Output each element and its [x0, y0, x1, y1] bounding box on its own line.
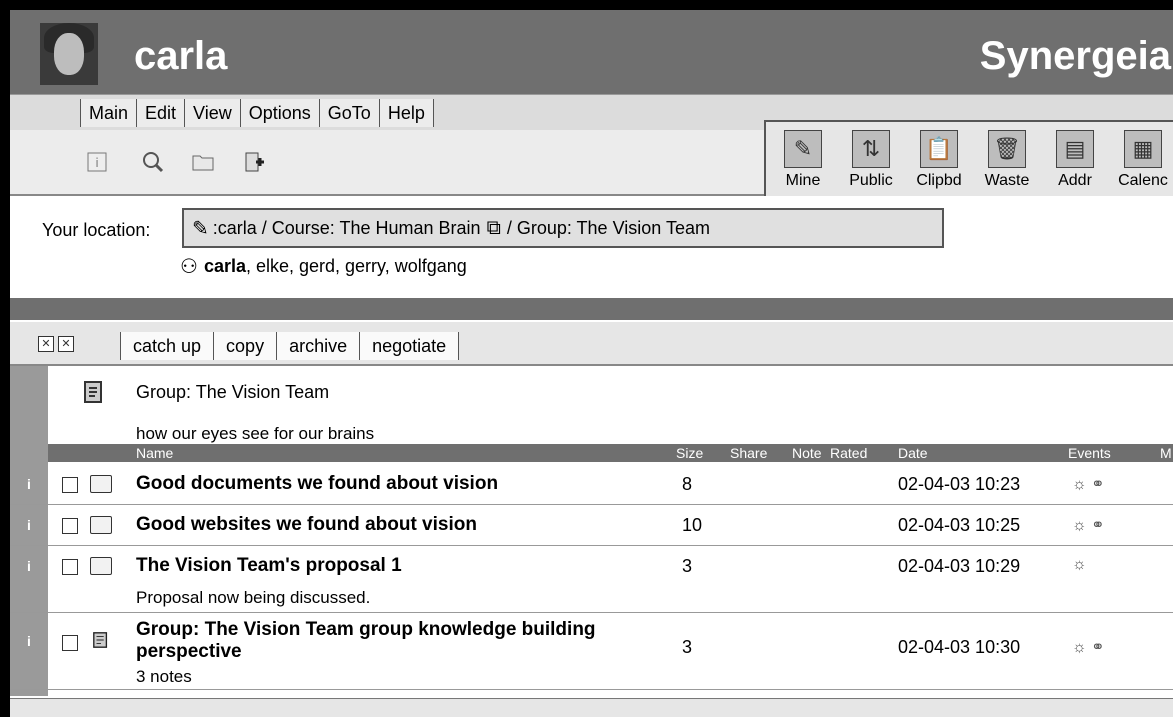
clipboard-button[interactable]: 📋 Clipbd — [906, 130, 972, 190]
clipboard-icon: 📋 — [920, 130, 958, 168]
negotiate-button[interactable]: negotiate — [360, 332, 460, 360]
location-group-path: / Group: The Vision Team — [506, 217, 710, 238]
address-book-icon: ▤ — [1056, 130, 1094, 168]
public-icon: ⇅ — [852, 130, 890, 168]
column-name[interactable]: Name — [136, 444, 173, 462]
waste-button[interactable]: 🗑 Waste — [974, 130, 1040, 190]
row-checkbox[interactable] — [62, 635, 78, 651]
catch-up-button[interactable]: catch up — [121, 332, 215, 360]
search-icon[interactable] — [140, 150, 166, 174]
menu-help[interactable]: Help — [379, 99, 434, 127]
deselect-all-checkbox[interactable]: ✕ — [58, 336, 74, 352]
menu-options[interactable]: Options — [240, 99, 320, 127]
item-size: 8 — [682, 474, 693, 494]
info-icon[interactable]: i — [10, 505, 48, 545]
course-icon: ⧉ — [486, 216, 501, 239]
menu-edit[interactable]: Edit — [137, 99, 186, 127]
folder-icon — [90, 516, 112, 534]
avatar — [40, 23, 98, 85]
location-path[interactable]: ✎ :carla / Course: The Human Brain ⧉ / G… — [182, 208, 944, 248]
info-icon[interactable]: i — [10, 464, 48, 504]
item-date: 02-04-03 10:23 — [898, 474, 1021, 494]
app-name: Synergeia — [979, 34, 1171, 78]
item-date: 02-04-03 10:29 — [898, 556, 1021, 576]
member-current: carla — [203, 256, 246, 276]
item-name[interactable]: Good documents we found about vision — [136, 473, 498, 495]
column-size[interactable]: Size — [676, 444, 703, 462]
table-header: Name Size Share Note Rated Date Events M — [48, 444, 1173, 462]
item-date: 02-04-03 10:25 — [898, 515, 1021, 535]
member-list: , elke, gerd, gerry, wolfgang — [245, 256, 467, 276]
calendar-button[interactable]: ▦ Calenc — [1110, 130, 1173, 190]
events-icons[interactable]: ☼ ⚭ — [1072, 474, 1105, 494]
menu-main[interactable]: Main — [81, 99, 138, 127]
menu-goto[interactable]: GoTo — [319, 99, 380, 127]
status-bar — [10, 698, 1173, 717]
action-bar: ✕ ✕ catch up copy archive negotiate — [10, 322, 1173, 366]
mine-button[interactable]: ✎ Mine — [770, 130, 836, 190]
item-name[interactable]: Good websites we found about vision — [136, 514, 477, 536]
folder-icon — [90, 557, 112, 575]
events-icons[interactable]: ☼ — [1072, 556, 1087, 574]
info-icon[interactable]: i — [84, 150, 110, 174]
wastebasket-icon: 🗑 — [988, 130, 1026, 168]
table-row[interactable]: i The Vision Team's proposal 1 3 02-04-0… — [10, 546, 1173, 613]
menu-view[interactable]: View — [185, 99, 241, 127]
new-document-icon[interactable] — [242, 150, 268, 174]
item-name[interactable]: The Vision Team's proposal 1 — [136, 555, 402, 577]
username: carla — [134, 34, 228, 78]
table-row[interactable]: i Group: The Vision Team group knowledge… — [10, 613, 1173, 690]
archive-button[interactable]: archive — [277, 332, 361, 360]
item-subtitle: Proposal now being discussed. — [136, 588, 371, 607]
table-row[interactable]: i Good documents we found about vision 8… — [10, 464, 1173, 505]
window: carla Synergeia Main Edit View Options G… — [8, 8, 1173, 717]
info-icon[interactable]: i — [10, 546, 48, 612]
row-checkbox[interactable] — [62, 518, 78, 534]
item-size: 10 — [682, 515, 703, 535]
mine-icon: ✎ — [784, 130, 822, 168]
copy-button[interactable]: copy — [214, 332, 278, 360]
column-events[interactable]: Events — [1068, 444, 1111, 462]
group-icon — [84, 381, 102, 403]
table-row[interactable]: i Good websites we found about vision 10… — [10, 505, 1173, 546]
events-icons[interactable]: ☼ ⚭ — [1072, 515, 1105, 535]
row-checkbox[interactable] — [62, 559, 78, 575]
perspective-icon — [93, 632, 108, 648]
folder-icon[interactable] — [190, 150, 216, 174]
column-share[interactable]: Share — [730, 444, 767, 462]
title-bar: carla Synergeia — [10, 10, 1173, 94]
separator-bar — [10, 298, 1173, 320]
location-area: Your location: ✎ :carla / Course: The Hu… — [10, 196, 1173, 296]
workspace-icon: ✎ — [192, 217, 209, 240]
select-all-checkbox[interactable]: ✕ — [38, 336, 54, 352]
item-subtitle: 3 notes — [136, 667, 192, 686]
toolbar: i ✎ Mine ⇅ Public 📋 Clipbd 🗑 Waste ▤ Addr ▦ Ca… — [10, 120, 1173, 196]
workspace-toolbar: ✎ Mine ⇅ Public 📋 Clipbd 🗑 Waste ▤ Addr ▦ Cale… — [764, 120, 1173, 196]
item-size: 3 — [682, 637, 693, 657]
group-title: Group: The Vision Team — [136, 382, 330, 402]
item-name[interactable]: Group: The Vision Team group knowledge b… — [136, 619, 606, 663]
events-icons[interactable]: ☼ ⚭ — [1072, 637, 1105, 657]
info-icon[interactable]: i — [10, 613, 48, 689]
item-date: 02-04-03 10:30 — [898, 637, 1021, 657]
item-size: 3 — [682, 556, 693, 576]
svg-text:i: i — [95, 156, 98, 170]
group-members: ⚇ carla, elke, gerd, gerry, wolfgang — [180, 254, 467, 279]
address-button[interactable]: ▤ Addr — [1042, 130, 1108, 190]
location-label: Your location: — [42, 220, 151, 240]
column-more[interactable]: M — [1160, 444, 1172, 462]
calendar-icon: ▦ — [1124, 130, 1162, 168]
members-icon: ⚇ — [180, 256, 198, 278]
column-date[interactable]: Date — [898, 444, 928, 462]
column-note[interactable]: Note — [792, 444, 822, 462]
public-button[interactable]: ⇅ Public — [838, 130, 904, 190]
location-user-path: :carla / Course: The Human Brain — [212, 217, 481, 238]
row-checkbox[interactable] — [62, 477, 78, 493]
column-rated[interactable]: Rated — [830, 444, 867, 462]
group-description: how our eyes see for our brains — [136, 424, 375, 443]
folder-icon — [90, 475, 112, 493]
